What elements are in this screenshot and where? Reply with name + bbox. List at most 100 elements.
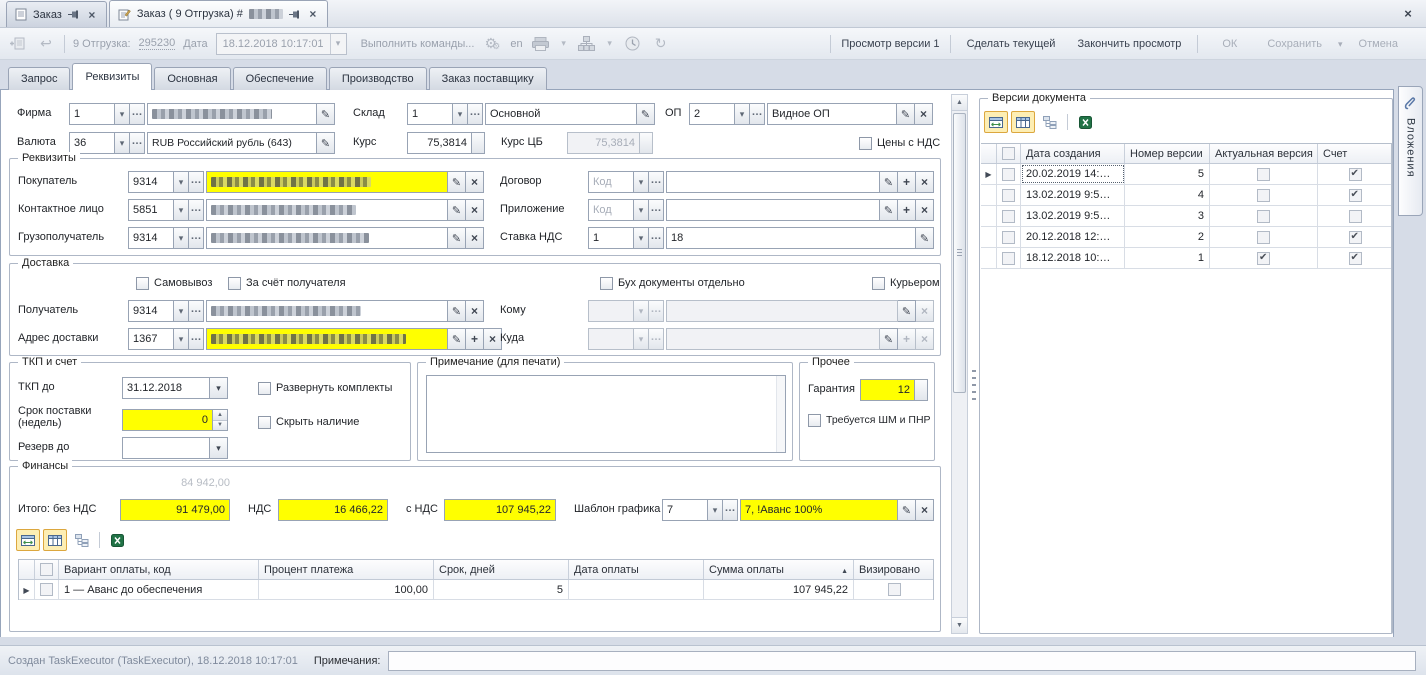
- cell-schet[interactable]: [1318, 164, 1392, 184]
- cell-num[interactable]: 5: [1125, 164, 1210, 184]
- op-code-combo[interactable]: 2: [689, 103, 765, 125]
- valuta-code-combo[interactable]: 36: [69, 132, 145, 154]
- cell-actual[interactable]: [1210, 185, 1318, 205]
- pin-icon[interactable]: [68, 9, 80, 21]
- best-fit-icon[interactable]: [16, 529, 40, 551]
- edit-icon[interactable]: [916, 227, 934, 249]
- chevron-down-icon[interactable]: [735, 103, 750, 125]
- tkp-do-date-field[interactable]: 31.12.2018: [122, 377, 228, 399]
- valuta-name-field[interactable]: RUB Российский рубль (643): [147, 132, 335, 154]
- stavka-nds-combo[interactable]: 1: [588, 227, 664, 249]
- lookup-icon[interactable]: [468, 103, 483, 125]
- stavka-nds-field[interactable]: 18: [666, 227, 934, 249]
- finish-view-button[interactable]: Закончить просмотр: [1071, 35, 1187, 53]
- garantiya-field[interactable]: 12: [860, 379, 928, 401]
- save-button[interactable]: Сохранить: [1261, 35, 1328, 53]
- checkbox-icon[interactable]: [859, 137, 872, 150]
- column-header[interactable]: Срок, дней: [434, 560, 569, 579]
- table-row[interactable]: 13.02.2019 9:5… 4: [981, 185, 1391, 206]
- cell-num[interactable]: 1: [1125, 248, 1210, 268]
- cell-sum[interactable]: 107 945,22: [704, 580, 854, 599]
- edit-icon[interactable]: [317, 103, 335, 125]
- checkbox-icon[interactable]: [808, 414, 821, 427]
- checkbox-icon[interactable]: [40, 563, 53, 576]
- column-header[interactable]: Актуальная версия: [1210, 144, 1318, 163]
- cell-actual[interactable]: [1210, 227, 1318, 247]
- new-document-icon[interactable]: [8, 34, 28, 54]
- close-icon[interactable]: ×: [86, 9, 98, 21]
- checkbox-icon[interactable]: [872, 277, 885, 290]
- clear-icon[interactable]: [916, 199, 934, 221]
- clear-icon[interactable]: [916, 499, 934, 521]
- chevron-down-icon[interactable]: [634, 199, 649, 221]
- checkbox-icon[interactable]: [1257, 210, 1270, 223]
- kurs-cb-field[interactable]: 75,3814: [567, 132, 653, 154]
- column-header[interactable]: Вариант оплаты, код: [59, 560, 259, 579]
- make-current-button[interactable]: Сделать текущей: [961, 35, 1062, 53]
- checkbox-icon[interactable]: [1349, 168, 1362, 181]
- checkbox-icon[interactable]: [1257, 231, 1270, 244]
- cell-date[interactable]: 13.02.2019 9:5…: [1021, 206, 1125, 226]
- shablon-field[interactable]: 7, !Аванс 100%: [740, 499, 934, 521]
- clear-icon[interactable]: [466, 199, 484, 221]
- cell-date[interactable]: [569, 580, 704, 599]
- add-icon[interactable]: [898, 199, 916, 221]
- chevron-down-icon[interactable]: [453, 103, 468, 125]
- tab-zapros[interactable]: Запрос: [8, 67, 70, 90]
- undo-icon[interactable]: ↩: [36, 34, 56, 54]
- tab-order[interactable]: Заказ ×: [6, 1, 107, 27]
- edit-icon[interactable]: [880, 171, 898, 193]
- checkbox-icon[interactable]: [40, 583, 53, 596]
- execute-commands-button[interactable]: Выполнить команды...: [361, 38, 475, 50]
- chevron-down-icon[interactable]: [174, 171, 189, 193]
- shipment-number-link[interactable]: 295230: [139, 37, 176, 50]
- dogovor-code-combo[interactable]: Код: [588, 171, 664, 193]
- cell-percent[interactable]: 100,00: [259, 580, 434, 599]
- group-panel-icon[interactable]: [1038, 111, 1062, 133]
- edit-icon[interactable]: [448, 199, 466, 221]
- checkbox-icon[interactable]: [1002, 210, 1015, 223]
- export-excel-icon[interactable]: [1073, 111, 1097, 133]
- lookup-icon[interactable]: [189, 328, 204, 350]
- cancel-button[interactable]: Отмена: [1353, 35, 1404, 53]
- tab-attachments[interactable]: Вложения: [1398, 86, 1423, 216]
- sklad-code-combo[interactable]: 1: [407, 103, 483, 125]
- checkbox-icon[interactable]: [600, 277, 613, 290]
- route-icon[interactable]: [577, 34, 597, 54]
- row-checkbox[interactable]: [35, 580, 59, 599]
- cell-actual[interactable]: [1210, 164, 1318, 184]
- column-header[interactable]: Дата создания: [1021, 144, 1125, 163]
- edit-icon[interactable]: [637, 103, 655, 125]
- srok-spin-field[interactable]: 0 ▲▼: [122, 409, 228, 431]
- column-header[interactable]: Визировано: [854, 560, 934, 579]
- gear-icon[interactable]: ⚙⚙: [482, 34, 502, 54]
- itogo-field[interactable]: 91 479,00: [120, 499, 230, 521]
- cell-days[interactable]: 5: [434, 580, 569, 599]
- dogovor-field[interactable]: [666, 171, 934, 193]
- edit-icon[interactable]: [880, 199, 898, 221]
- cell-actual[interactable]: [1210, 248, 1318, 268]
- checkbox-icon[interactable]: [1349, 210, 1362, 223]
- samovyvoz-checkbox[interactable]: Самовывоз: [136, 276, 212, 290]
- lookup-icon[interactable]: [189, 227, 204, 249]
- vat-prices-checkbox[interactable]: Цены с НДС: [859, 136, 940, 150]
- lookup-icon[interactable]: [189, 300, 204, 322]
- cell-date[interactable]: 20.12.2018 12:…: [1021, 227, 1125, 247]
- column-header[interactable]: Процент платежа: [259, 560, 434, 579]
- select-all-checkbox[interactable]: [997, 144, 1021, 163]
- lookup-icon[interactable]: [130, 103, 145, 125]
- lookup-icon[interactable]: [649, 171, 664, 193]
- checkbox-icon[interactable]: [1257, 189, 1270, 202]
- cell-num[interactable]: 2: [1125, 227, 1210, 247]
- chevron-down-icon[interactable]: [174, 199, 189, 221]
- lookup-icon[interactable]: [189, 199, 204, 221]
- checkbox-icon[interactable]: [1349, 189, 1362, 202]
- poluchatel-name-field[interactable]: [206, 300, 484, 322]
- column-header[interactable]: Номер версии: [1125, 144, 1210, 163]
- checkbox-icon[interactable]: [258, 382, 271, 395]
- rezerv-date-field[interactable]: [122, 437, 228, 459]
- op-name-field[interactable]: Видное ОП: [767, 103, 933, 125]
- shm-pnr-checkbox[interactable]: Требуется ШМ и ПНР: [808, 413, 931, 427]
- adres-field[interactable]: [206, 328, 502, 350]
- adres-code-combo[interactable]: 1367: [128, 328, 204, 350]
